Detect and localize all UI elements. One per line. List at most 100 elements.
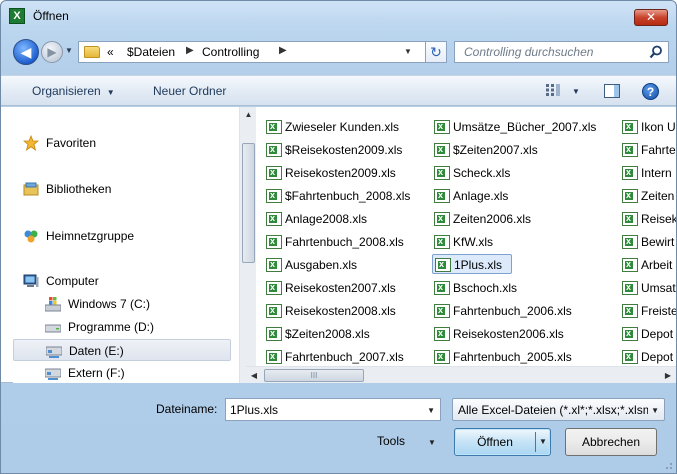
file-name: Reisekosten2006.xls (453, 327, 564, 341)
chevron-down-icon[interactable]: ▼ (428, 438, 436, 447)
drive-icon (45, 324, 61, 333)
organize-menu-button[interactable]: Organisieren ▼ (32, 84, 115, 98)
homegroup-icon (24, 230, 38, 243)
file-name: Freiste (641, 304, 676, 318)
excel-file-icon (622, 254, 638, 274)
sidebar-item-heimnetzgruppe[interactable]: Heimnetzgruppe (23, 225, 223, 247)
library-icon (23, 182, 39, 196)
windows-drive-icon (45, 297, 61, 312)
chevron-down-icon: ▼ (651, 406, 659, 415)
excel-file-icon (435, 254, 451, 274)
breadcrumb-dateien[interactable]: $Dateien (127, 45, 175, 59)
excel-file-icon (266, 162, 282, 182)
preview-pane-icon[interactable] (604, 84, 620, 98)
breadcrumb-separator[interactable]: ▶ (186, 45, 194, 56)
excel-file-icon (434, 208, 450, 228)
views-dropdown[interactable]: ▼ (572, 87, 580, 96)
excel-file-icon (434, 231, 450, 251)
excel-file-icon (266, 208, 282, 228)
sidebar-item-computer[interactable]: Computer (23, 270, 223, 292)
command-toolbar: Organisieren ▼ Neuer Ordner ▼ ? (1, 75, 676, 106)
excel-file-icon (434, 139, 450, 159)
scrollbar-thumb[interactable]: III (264, 369, 364, 382)
sidebar-item-label: Extern (F:) (68, 366, 125, 380)
split-divider (535, 432, 536, 452)
file-name: Zwieseler Kunden.xls (285, 120, 400, 134)
tools-button[interactable]: Tools (377, 434, 405, 448)
scroll-left-arrow[interactable]: ◀ (246, 367, 262, 384)
excel-file-icon (434, 346, 450, 366)
excel-file-icon (266, 346, 282, 366)
breadcrumb-separator[interactable]: ▶ (279, 45, 287, 56)
file-name: Anlage.xls (453, 189, 509, 203)
resize-grip-icon[interactable] (663, 460, 673, 470)
excel-file-icon (622, 300, 638, 320)
forward-button[interactable]: ▶ (41, 41, 63, 63)
search-input[interactable]: Controlling durchsuchen (454, 41, 669, 63)
excel-file-icon (266, 116, 282, 136)
computer-icon (23, 274, 39, 287)
navigation-bar: ◀ ▶ ▼ « $Dateien ▶ Controlling ▶ ▼ ↻ Con… (1, 37, 676, 67)
file-list-scrollbar[interactable]: ◀ III ▶ (246, 366, 676, 383)
filetype-value: Alle Excel-Dateien (*.xl*;*.xlsx;*.xlsm (458, 403, 648, 417)
excel-file-icon (266, 277, 282, 297)
network-drive-icon (46, 346, 62, 358)
file-name: Bschoch.xls (453, 281, 518, 295)
breadcrumb-controlling[interactable]: Controlling (202, 45, 259, 59)
excel-file-icon (266, 185, 282, 205)
sidebar-item-windows-c[interactable]: Windows 7 (C:) (45, 293, 235, 315)
excel-file-icon (622, 139, 638, 159)
navigation-pane: Favoriten Bibliotheken Heimnetzgruppe Co… (13, 107, 256, 384)
address-bar[interactable]: « $Dateien ▶ Controlling ▶ ▼ (78, 41, 447, 63)
sidebar-item-label: Bibliotheken (46, 182, 112, 196)
close-button[interactable]: ✕ (634, 9, 668, 26)
file-name: Fahrte (641, 143, 676, 157)
excel-file-icon (434, 116, 450, 136)
excel-file-icon (434, 185, 450, 205)
chevron-down-icon[interactable]: ▼ (539, 437, 547, 446)
chevron-down-icon: ▼ (106, 88, 115, 97)
sidebar-item-label: Computer (46, 274, 99, 288)
recent-locations-dropdown[interactable]: ▼ (65, 46, 73, 55)
title-bar[interactable]: X Öffnen ✕ (1, 1, 676, 31)
sidebar-item-daten-e[interactable]: Daten (E:) (13, 339, 231, 361)
excel-file-icon (622, 116, 638, 136)
file-list: Zwieseler Kunden.xls $Reisekosten2009.xl… (246, 107, 676, 383)
file-name: Fahrtenbuch_2005.xls (453, 350, 572, 364)
network-drive-icon (45, 368, 61, 380)
sidebar-item-extern-f[interactable]: Extern (F:) (45, 362, 235, 384)
file-name: Ikon U (641, 120, 676, 134)
excel-file-icon (622, 162, 638, 182)
excel-file-icon (434, 300, 450, 320)
content-area: Favoriten Bibliotheken Heimnetzgruppe Co… (1, 107, 676, 383)
scroll-right-arrow[interactable]: ▶ (660, 367, 676, 384)
search-icon[interactable] (649, 45, 663, 59)
excel-file-icon (622, 277, 638, 297)
new-folder-button[interactable]: Neuer Ordner (153, 84, 226, 98)
breadcrumb-overflow[interactable]: « (107, 45, 114, 59)
cancel-button[interactable]: Abbrechen (565, 428, 657, 456)
open-button-label: Öffnen (477, 435, 513, 449)
open-button[interactable]: Öffnen ▼ (454, 428, 551, 456)
change-view-icon[interactable] (546, 84, 560, 96)
chevron-down-icon[interactable]: ▼ (427, 406, 435, 415)
filetype-select[interactable]: Alle Excel-Dateien (*.xl*;*.xlsx;*.xlsm … (452, 398, 665, 421)
file-item-selected[interactable]: 1Plus.xls (432, 254, 512, 274)
filename-input[interactable]: 1Plus.xls ▼ (225, 398, 441, 421)
excel-file-icon (622, 208, 638, 228)
sidebar-item-programme-d[interactable]: Programme (D:) (45, 316, 235, 338)
excel-file-icon (434, 323, 450, 343)
sidebar-item-favoriten[interactable]: Favoriten (23, 132, 223, 154)
address-dropdown[interactable]: ▼ (404, 47, 412, 56)
refresh-button[interactable]: ↻ (425, 41, 447, 63)
excel-file-icon (266, 323, 282, 343)
file-name: $Reisekosten2009.xls (285, 143, 403, 157)
back-button[interactable]: ◀ (13, 39, 39, 65)
search-placeholder: Controlling durchsuchen (464, 45, 594, 59)
excel-file-icon (266, 139, 282, 159)
excel-file-icon (266, 300, 282, 320)
sidebar-item-bibliotheken[interactable]: Bibliotheken (23, 178, 223, 200)
excel-file-icon (622, 323, 638, 343)
file-name: Depot (641, 327, 674, 341)
help-icon[interactable]: ? (642, 83, 659, 100)
